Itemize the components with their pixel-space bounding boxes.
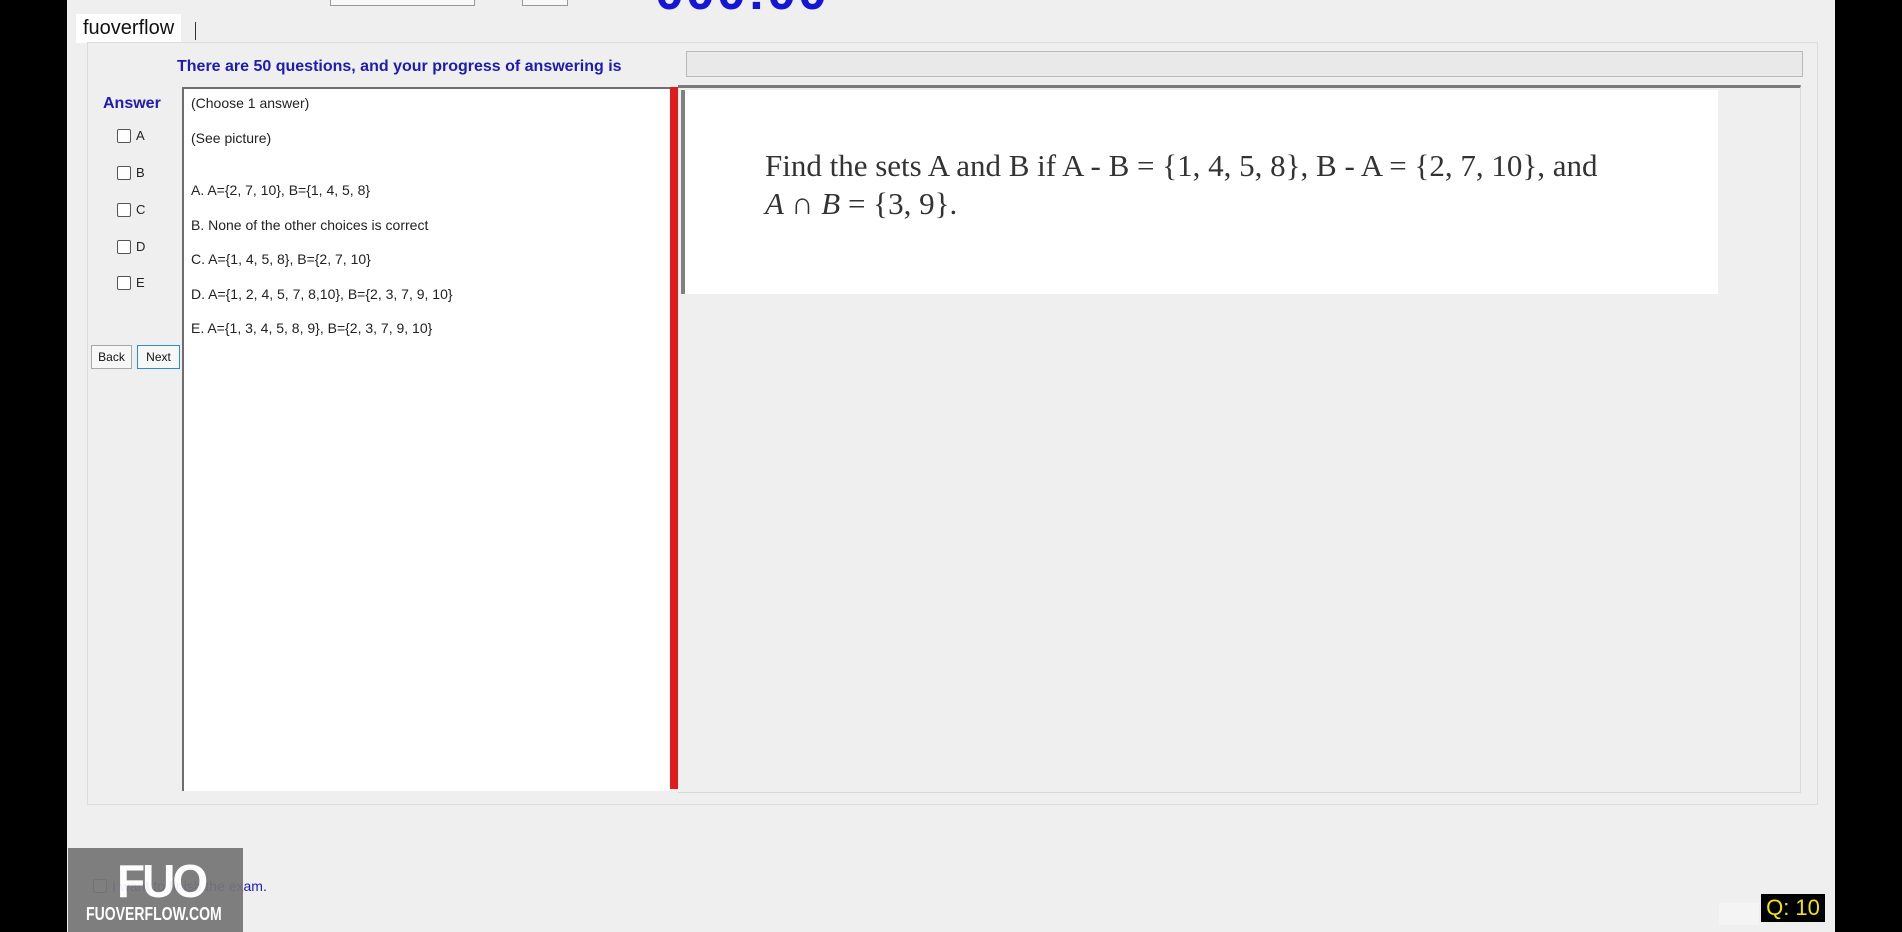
checkbox-d[interactable] xyxy=(117,239,131,254)
answer-option-a[interactable]: A xyxy=(117,128,145,143)
choice-d: D. A={1, 2, 4, 5, 7, 8,10}, B={2, 3, 7, … xyxy=(191,286,453,302)
next-button[interactable]: Next xyxy=(137,345,180,369)
answer-option-label: D xyxy=(136,239,146,254)
counter-background xyxy=(1719,903,1759,925)
panel-splitter[interactable] xyxy=(670,87,678,789)
answer-option-c[interactable]: C xyxy=(117,202,145,217)
top-dropdown-clipped[interactable] xyxy=(330,0,475,6)
choice-a: A. A={2, 7, 10}, B={1, 4, 5, 8} xyxy=(191,182,371,198)
logo-name: FUOVERFLOW.COM xyxy=(86,904,222,924)
top-spinner-clipped[interactable] xyxy=(522,0,568,6)
question-instruction: (Choose 1 answer) xyxy=(191,95,310,111)
progress-label: There are 50 questions, and your progres… xyxy=(177,58,622,75)
exam-timer: 000:00 xyxy=(655,0,829,18)
logo-mark: FUO xyxy=(117,855,208,907)
see-picture-note: (See picture) xyxy=(191,130,272,146)
intersection-expression: A ∩ B xyxy=(765,186,841,221)
intersection-value: = {3, 9}. xyxy=(840,186,958,221)
checkbox-a[interactable] xyxy=(117,128,131,143)
text-cursor xyxy=(195,22,196,40)
app-title: fuoverflow xyxy=(76,14,182,43)
fuoverflow-logo: FUO FUOVERFLOW.COM xyxy=(68,848,243,932)
answer-option-label: C xyxy=(136,202,146,217)
answer-option-d[interactable]: D xyxy=(117,239,145,254)
exam-window: 000:00 fuoverflow There are 50 questions… xyxy=(67,0,1835,932)
back-button[interactable]: Back xyxy=(91,345,132,369)
answer-option-label: B xyxy=(136,165,145,180)
question-image: Find the sets A and B if A - B = {1, 4, … xyxy=(681,90,1718,294)
checkbox-b[interactable] xyxy=(117,165,131,180)
answer-option-e[interactable]: E xyxy=(117,275,145,290)
question-line-1: Find the sets A and B if A - B = {1, 4, … xyxy=(765,148,1598,183)
question-counter: Q: 10 xyxy=(1761,894,1825,922)
choice-b: B. None of the other choices is correct xyxy=(191,217,429,233)
choice-e: E. A={1, 3, 4, 5, 8, 9}, B={2, 3, 7, 9, … xyxy=(191,320,433,336)
answer-option-label: A xyxy=(136,128,145,143)
question-text-panel: (Choose 1 answer) (See picture) A. A={2,… xyxy=(182,87,670,791)
choice-c: C. A={1, 4, 5, 8}, B={2, 7, 10} xyxy=(191,251,371,267)
checkbox-e[interactable] xyxy=(117,275,131,290)
question-line-2: A ∩ B = {3, 9}. xyxy=(765,186,957,222)
answer-label: Answer xyxy=(103,95,161,112)
progress-bar xyxy=(686,51,1803,77)
answer-option-b[interactable]: B xyxy=(117,165,145,180)
answer-option-label: E xyxy=(136,275,145,290)
checkbox-c[interactable] xyxy=(117,202,131,217)
